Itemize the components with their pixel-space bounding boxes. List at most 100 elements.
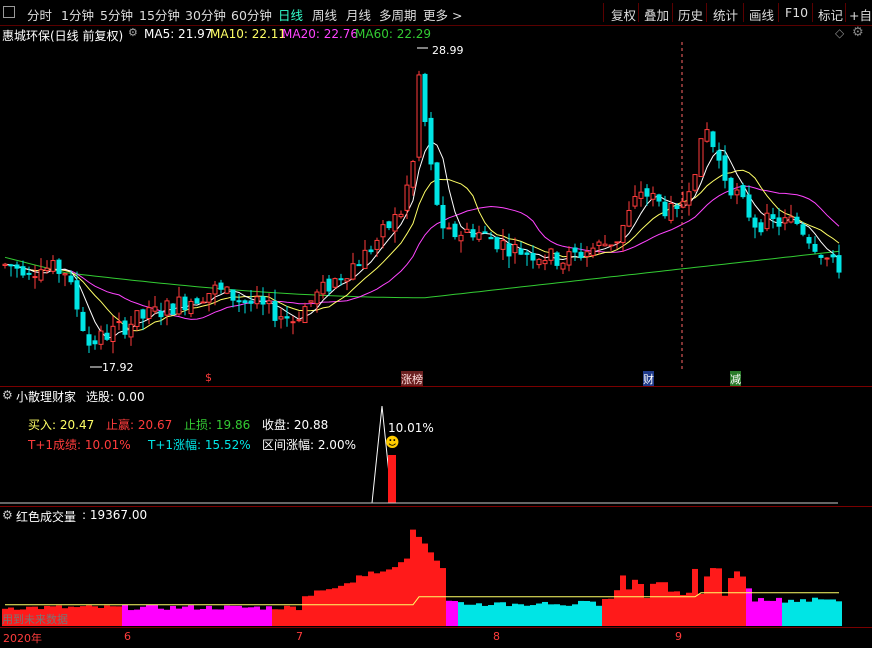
candle-body — [506, 243, 512, 257]
candle-body — [554, 252, 560, 266]
candle-body — [86, 334, 92, 346]
candle-body — [200, 301, 206, 304]
volume-bar — [746, 588, 752, 626]
volume-bar — [350, 582, 356, 626]
candle-body — [32, 276, 38, 279]
event-marker-reduce[interactable]: 减 — [730, 371, 741, 387]
volume-bar — [314, 590, 320, 626]
volume-bar — [86, 605, 92, 626]
volume-bar — [386, 569, 392, 626]
candle-body — [14, 264, 20, 269]
candle-body — [248, 300, 254, 304]
candle-body — [722, 155, 728, 181]
candle-body — [452, 223, 458, 238]
candle-body — [608, 244, 614, 247]
candle-body — [398, 213, 404, 218]
date-label-aug: 8 — [493, 630, 500, 643]
candle-body — [170, 303, 176, 315]
candle-body — [296, 319, 302, 322]
candle-body — [116, 321, 122, 324]
event-marker-dollar[interactable]: $ — [205, 371, 212, 384]
candlestick-chart[interactable] — [0, 0, 872, 648]
candle-body — [134, 310, 140, 327]
candle-body — [638, 191, 644, 199]
candle-body — [728, 177, 734, 196]
volume-bar — [614, 590, 620, 626]
candle-body — [698, 138, 704, 177]
volume-bar — [608, 598, 614, 626]
candle-body — [98, 330, 104, 345]
volume-bar — [752, 601, 758, 626]
volume-bar — [146, 604, 152, 626]
volume-bar — [476, 603, 482, 626]
candle-body — [656, 194, 662, 202]
candle-body — [56, 259, 62, 274]
indicator-collapse-icon[interactable]: ⚙ — [2, 388, 13, 402]
volume-value: : 19367.00 — [82, 508, 148, 522]
candle-body — [284, 316, 290, 319]
candle-body — [548, 248, 554, 261]
candle-body — [794, 216, 800, 224]
volume-bar — [698, 593, 704, 626]
volume-bar — [104, 605, 110, 626]
candle-body — [566, 251, 572, 266]
volume-bar — [644, 598, 650, 626]
volume-bar — [164, 609, 170, 626]
volume-bar — [428, 552, 434, 626]
candle-body — [806, 237, 812, 244]
date-label-jun: 6 — [124, 630, 131, 643]
volume-bar — [446, 600, 452, 626]
volume-bar — [308, 595, 314, 626]
volume-bar — [536, 603, 542, 626]
volume-bar — [566, 605, 572, 626]
candle-body — [50, 260, 56, 272]
volume-bar — [800, 599, 806, 626]
volume-bar — [728, 578, 734, 626]
volume-bar — [206, 605, 212, 626]
volume-bar — [398, 562, 404, 626]
event-marker-finance[interactable]: 财 — [643, 371, 654, 387]
candle-body — [836, 255, 842, 273]
candle-body — [176, 296, 182, 315]
volume-bar — [602, 599, 608, 626]
candle-body — [500, 240, 506, 250]
t1-gain-value: T+1涨幅: 15.52% — [148, 438, 251, 452]
volume-bar — [92, 606, 98, 626]
candle-body — [668, 202, 674, 221]
candle-body — [2, 263, 8, 266]
candle-body — [464, 228, 470, 233]
candle-body — [476, 232, 482, 240]
volume-bar — [620, 575, 626, 626]
candle-body — [254, 296, 260, 305]
volume-bar — [524, 605, 530, 626]
candle-body — [152, 306, 158, 312]
candle-body — [242, 300, 248, 303]
candle-body — [518, 248, 524, 255]
candle-body — [62, 273, 68, 276]
ma60-line — [4, 250, 840, 299]
volume-bar — [650, 583, 656, 626]
candle-body — [734, 189, 740, 196]
volume-collapse-icon[interactable]: ⚙ — [2, 508, 13, 522]
candle-body — [530, 252, 536, 261]
volume-bar — [494, 602, 500, 626]
candle-body — [410, 161, 416, 188]
candle-body — [824, 257, 830, 260]
candle-body — [524, 252, 530, 255]
candle-body — [182, 296, 188, 310]
candle-body — [368, 249, 374, 253]
candle-body — [272, 300, 278, 321]
volume-bar — [152, 604, 158, 626]
volume-bar — [716, 568, 722, 626]
candle-body — [482, 231, 488, 234]
candle-body — [224, 286, 230, 294]
event-marker-top-list[interactable]: 涨榜 — [401, 371, 423, 387]
candle-body — [764, 212, 770, 230]
candle-body — [356, 264, 362, 267]
candle-body — [512, 244, 518, 254]
volume-bar — [290, 606, 296, 626]
volume-bar — [266, 606, 272, 626]
volume-bar — [758, 598, 764, 626]
volume-bar — [704, 576, 710, 626]
candle-body — [26, 272, 32, 275]
